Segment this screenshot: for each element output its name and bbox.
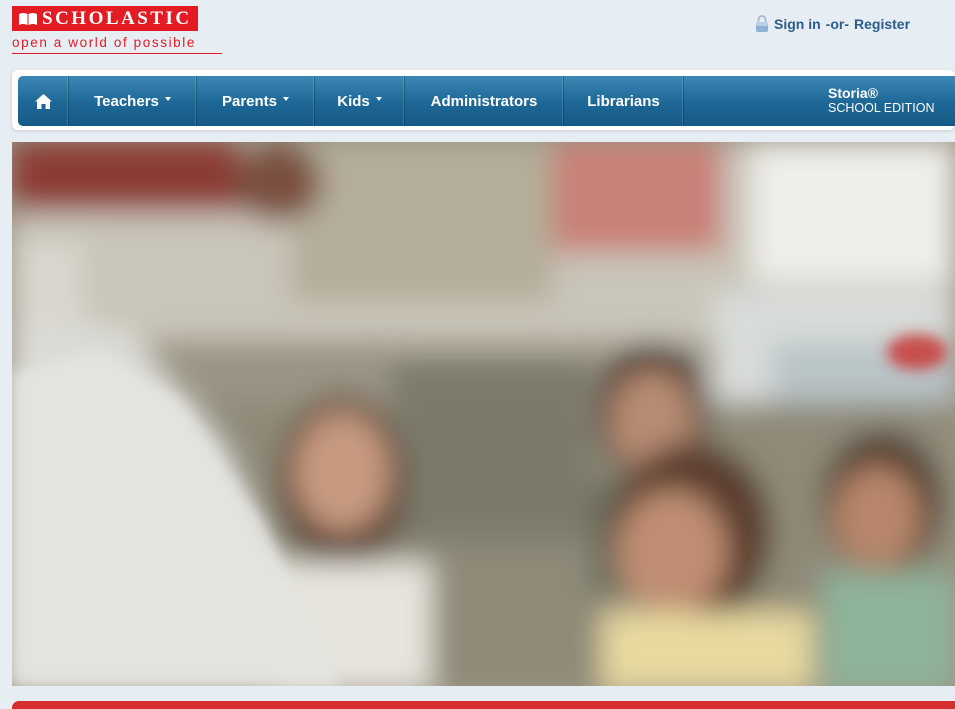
logo-text: SCHOLASTIC xyxy=(42,8,192,29)
account-links: Sign in -or- Register xyxy=(755,14,910,33)
storia-edition: SCHOOL EDITION xyxy=(828,101,935,115)
chevron-down-icon xyxy=(164,97,171,101)
book-icon xyxy=(19,12,37,25)
chevron-down-icon xyxy=(283,97,290,101)
main-nav-container: Teachers Parents Kids Administrators Lib… xyxy=(12,70,955,130)
nav-administrators-label: Administrators xyxy=(430,92,538,110)
nav-storia[interactable]: Storia® SCHOOL EDITION xyxy=(828,86,935,116)
nav-parents-label: Parents xyxy=(221,92,278,110)
home-icon xyxy=(34,93,52,109)
nav-teachers[interactable]: Teachers xyxy=(69,76,197,126)
nav-librarians[interactable]: Librarians xyxy=(564,76,684,126)
hero-image xyxy=(12,142,955,686)
promo-strip xyxy=(12,701,955,709)
nav-administrators[interactable]: Administrators xyxy=(405,76,564,126)
lock-icon xyxy=(756,15,768,32)
nav-kids-label: Kids xyxy=(337,92,370,110)
or-separator: -or- xyxy=(825,15,849,32)
register-link[interactable]: Register xyxy=(854,16,910,32)
nav-kids[interactable]: Kids xyxy=(315,76,405,126)
chevron-down-icon xyxy=(375,97,382,101)
main-nav: Teachers Parents Kids Administrators Lib… xyxy=(18,76,955,126)
nav-librarians-label: Librarians xyxy=(587,92,660,110)
nav-home[interactable] xyxy=(18,76,69,126)
logo-wordmark-box: SCHOLASTIC xyxy=(12,6,198,31)
storia-name: Storia® xyxy=(828,85,878,101)
sign-in-link[interactable]: Sign in xyxy=(774,16,821,32)
nav-teachers-label: Teachers xyxy=(94,92,159,110)
logo-tagline: open a world of possible xyxy=(12,35,222,54)
nav-parents[interactable]: Parents xyxy=(197,76,315,126)
classroom-photo xyxy=(12,142,955,686)
scholastic-logo[interactable]: SCHOLASTIC open a world of possible xyxy=(12,6,222,54)
